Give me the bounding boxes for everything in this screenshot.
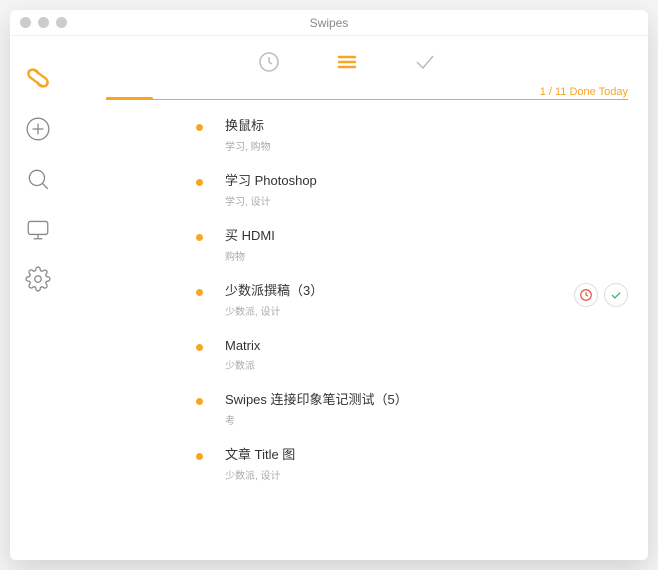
task-title: 换鼠标 (225, 118, 628, 135)
task-tags: 少数派, 设计 (225, 303, 564, 318)
swipes-logo-icon (24, 64, 52, 92)
task-dot (196, 344, 203, 351)
settings-button[interactable] (25, 266, 51, 292)
task-list: 换鼠标学习, 购物学习 Photoshop 学习, 设计买 HDMI 购物少数派撰稿… (196, 108, 628, 492)
task-tags: 学习, 购物 (225, 138, 628, 153)
task-row[interactable]: 买 HDMI 购物 (196, 218, 628, 273)
task-title: 买 HDMI (225, 228, 628, 245)
main-panel: 1 / 11 Done Today 换鼠标学习, 购物学习 Photoshop学… (66, 36, 648, 560)
task-dot (196, 398, 203, 405)
progress-track (106, 99, 628, 100)
task-body: Swipes 连接印象笔记测试（5） 考 (225, 392, 628, 427)
tab-done[interactable] (413, 50, 437, 74)
progress-bar: 1 / 11 Done Today (106, 84, 628, 100)
search-button[interactable] (25, 166, 51, 192)
task-title: Swipes 连接印象笔记测试（5） (225, 392, 628, 409)
task-row[interactable]: 学习 Photoshop 学习, 设计 (196, 163, 628, 218)
task-row[interactable]: 文章 Title 图少数派, 设计 (196, 437, 628, 492)
tab-now[interactable] (335, 50, 359, 74)
task-body: 买 HDMI 购物 (225, 228, 628, 263)
task-body: 文章 Title 图少数派, 设计 (225, 447, 628, 482)
titlebar: Swipes (10, 10, 648, 36)
task-tags: 少数派, 设计 (225, 467, 628, 482)
window-title: Swipes (10, 16, 648, 30)
task-body: 换鼠标学习, 购物 (225, 118, 628, 153)
complete-button[interactable] (604, 283, 628, 307)
task-row[interactable]: Matrix 少数派 (196, 328, 628, 383)
task-actions (574, 283, 628, 307)
task-tags: 少数派 (225, 357, 628, 372)
task-row[interactable]: 少数派撰稿（3） 少数派, 设计 (196, 273, 628, 328)
progress-fill (106, 97, 153, 100)
task-row[interactable]: Swipes 连接印象笔记测试（5） 考 (196, 382, 628, 437)
task-row[interactable]: 换鼠标学习, 购物 (196, 108, 628, 163)
task-dot (196, 179, 203, 186)
task-title: 少数派撰稿（3） (225, 283, 564, 300)
task-title: 学习 Photoshop (225, 173, 628, 190)
task-body: Matrix 少数派 (225, 338, 628, 373)
progress-label: 1 / 11 Done Today (540, 86, 628, 98)
tab-bar (66, 36, 628, 84)
task-body: 少数派撰稿（3） 少数派, 设计 (225, 283, 564, 318)
add-button[interactable] (25, 116, 51, 142)
task-dot (196, 234, 203, 241)
task-tags: 购物 (225, 248, 628, 263)
sidebar (10, 36, 66, 560)
task-dot (196, 124, 203, 131)
app-window: Swipes (10, 10, 648, 560)
task-dot (196, 289, 203, 296)
task-title: Matrix (225, 338, 628, 355)
task-tags: 学习, 设计 (225, 193, 628, 208)
snooze-button[interactable] (574, 283, 598, 307)
desktop-button[interactable] (25, 216, 51, 242)
task-title: 文章 Title 图 (225, 447, 628, 464)
task-dot (196, 453, 203, 460)
task-body: 学习 Photoshop 学习, 设计 (225, 173, 628, 208)
tab-scheduled[interactable] (257, 50, 281, 74)
task-tags: 考 (225, 412, 628, 427)
